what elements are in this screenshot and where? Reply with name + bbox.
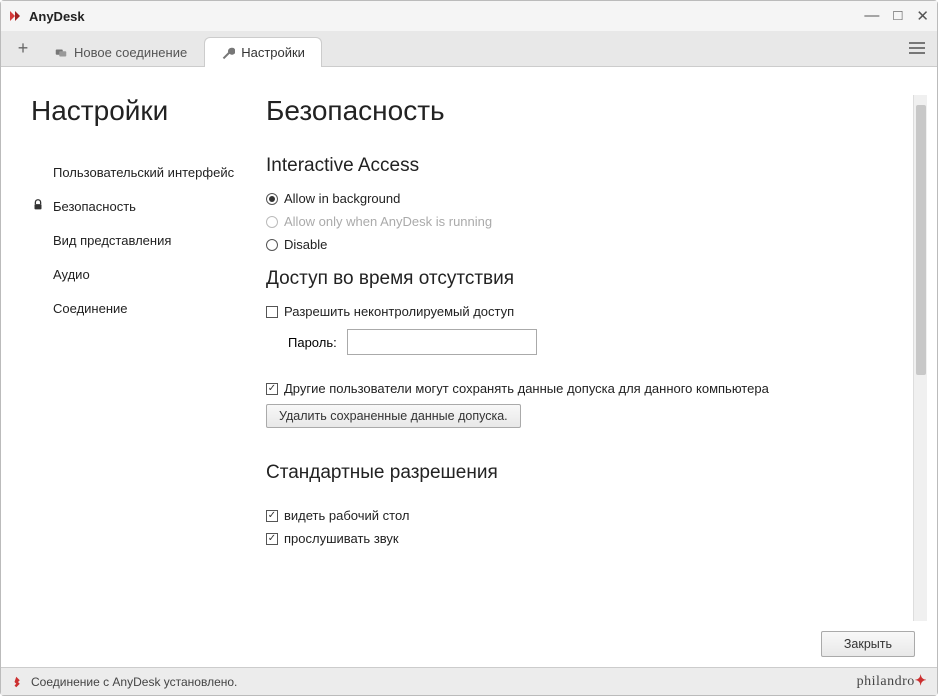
sidebar-item-security[interactable]: Безопасность xyxy=(31,189,236,223)
password-field-row: Пароль: xyxy=(288,329,903,355)
checkbox-icon: ✓ xyxy=(266,533,278,545)
tab-new-connection[interactable]: Новое соединение xyxy=(37,37,204,67)
radio-icon xyxy=(266,216,278,228)
sidebar-item-display[interactable]: Вид представления xyxy=(31,223,236,257)
app-logo-icon xyxy=(7,8,23,24)
checkbox-view-screen[interactable]: ✓ видеть рабочий стол xyxy=(266,508,903,523)
content-area: Настройки Пользовательский интерфейс Без… xyxy=(1,67,937,621)
dialog-footer: Закрыть xyxy=(1,621,937,667)
section-interactive-access: Interactive Access xyxy=(266,155,903,177)
window-title: AnyDesk xyxy=(29,9,862,24)
sidebar-item-ui[interactable]: Пользовательский интерфейс xyxy=(31,155,236,189)
sidebar-item-connection[interactable]: Соединение xyxy=(31,291,236,325)
scrollbar[interactable] xyxy=(913,95,927,621)
tab-bar: + Новое соединение Настройки xyxy=(1,31,937,67)
tab-label: Настройки xyxy=(241,45,305,60)
sidebar-item-label: Аудио xyxy=(53,267,90,282)
sidebar-heading: Настройки xyxy=(31,95,236,127)
password-input[interactable] xyxy=(347,329,537,355)
wrench-icon xyxy=(221,46,235,60)
new-tab-button[interactable]: + xyxy=(9,34,37,62)
scrollbar-thumb[interactable] xyxy=(916,105,926,375)
radio-allow-running: Allow only when AnyDesk is running xyxy=(266,214,903,229)
radio-label: Allow only when AnyDesk is running xyxy=(284,214,492,229)
checkbox-label: прослушивать звук xyxy=(284,531,399,546)
checkbox-icon: ✓ xyxy=(266,510,278,522)
connection-icon xyxy=(54,46,68,60)
checkbox-label: Разрешить неконтролируемый доступ xyxy=(284,304,514,319)
close-window-button[interactable]: ✕ xyxy=(914,7,931,25)
sidebar-item-label: Безопасность xyxy=(53,199,136,214)
page-title: Безопасность xyxy=(266,95,903,127)
clear-credentials-button[interactable]: Удалить сохраненные данные допуска. xyxy=(266,404,521,428)
close-button[interactable]: Закрыть xyxy=(821,631,915,657)
titlebar: AnyDesk — □ ✕ xyxy=(1,1,937,31)
window-controls: — □ ✕ xyxy=(862,7,931,25)
tab-label: Новое соединение xyxy=(74,45,187,60)
sidebar-item-label: Соединение xyxy=(53,301,128,316)
menu-button[interactable] xyxy=(905,36,929,60)
maximize-button[interactable]: □ xyxy=(891,7,904,25)
lock-icon xyxy=(31,198,53,215)
status-text: Соединение с AnyDesk установлено. xyxy=(31,675,237,689)
radio-icon xyxy=(266,239,278,251)
checkbox-allow-unattended[interactable]: Разрешить неконтролируемый доступ xyxy=(266,304,903,319)
plug-icon xyxy=(11,675,25,689)
checkbox-label: Другие пользователи могут сохранять данн… xyxy=(284,381,769,396)
radio-label: Disable xyxy=(284,237,327,252)
minimize-button[interactable]: — xyxy=(862,7,881,25)
checkbox-others-store-credentials[interactable]: ✓ Другие пользователи могут сохранять да… xyxy=(266,381,903,396)
radio-disable[interactable]: Disable xyxy=(266,237,903,252)
settings-sidebar: Настройки Пользовательский интерфейс Без… xyxy=(1,67,236,621)
section-default-permissions: Стандартные разрешения xyxy=(266,462,903,484)
radio-allow-background[interactable]: Allow in background xyxy=(266,191,903,206)
sidebar-item-label: Пользовательский интерфейс xyxy=(53,165,234,180)
sidebar-item-label: Вид представления xyxy=(53,233,171,248)
radio-icon xyxy=(266,193,278,205)
checkbox-label: видеть рабочий стол xyxy=(284,508,410,523)
section-unattended-access: Доступ во время отсутствия xyxy=(266,268,903,290)
brand-label: philandro✦ xyxy=(857,673,927,690)
password-label: Пароль: xyxy=(288,335,337,350)
status-bar: Соединение с AnyDesk установлено. philan… xyxy=(1,667,937,695)
sidebar-item-audio[interactable]: Аудио xyxy=(31,257,236,291)
settings-main-panel: Безопасность Interactive Access Allow in… xyxy=(236,67,937,621)
app-window: AnyDesk — □ ✕ + Новое соединение Настрой… xyxy=(0,0,938,696)
checkbox-icon: ✓ xyxy=(266,383,278,395)
checkbox-hear-audio[interactable]: ✓ прослушивать звук xyxy=(266,531,903,546)
tab-settings[interactable]: Настройки xyxy=(204,37,322,67)
checkbox-icon xyxy=(266,306,278,318)
radio-label: Allow in background xyxy=(284,191,400,206)
